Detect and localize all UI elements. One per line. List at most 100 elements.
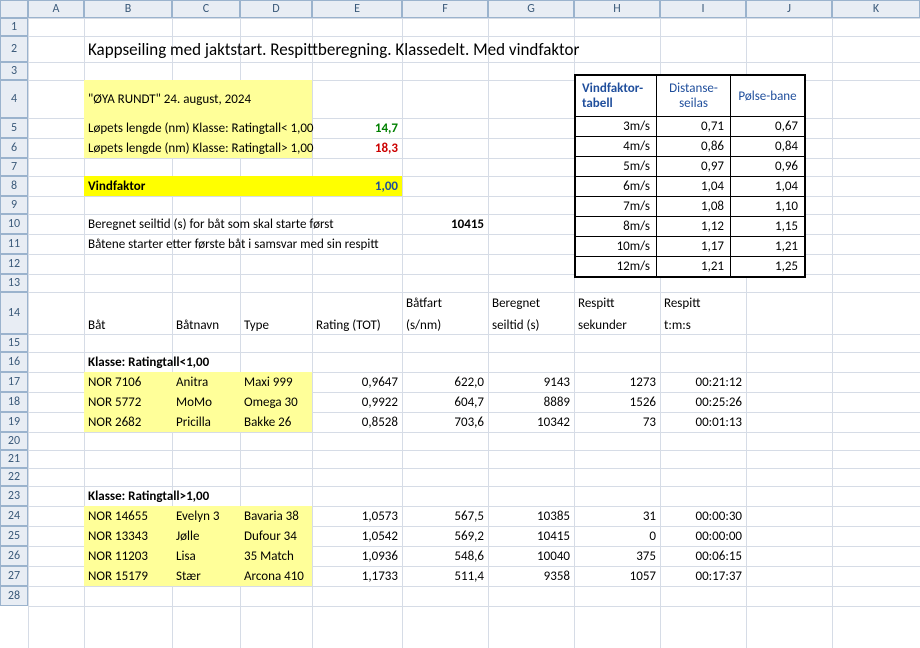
row-header[interactable]: 22 [0, 468, 28, 486]
row-header[interactable]: 12 [0, 254, 28, 274]
row-header[interactable]: 26 [0, 546, 28, 566]
wind-value[interactable]: 1,00 [312, 176, 402, 196]
table-cell[interactable]: 00:00:30 [660, 506, 746, 526]
row-header[interactable]: 15 [0, 334, 28, 352]
table-cell[interactable]: 1,0936 [312, 546, 402, 566]
table-cell[interactable]: 00:00:00 [660, 526, 746, 546]
row-header[interactable]: 11 [0, 234, 28, 254]
table-cell[interactable]: Anitra [172, 372, 240, 392]
table-cell[interactable]: 00:25:26 [660, 392, 746, 412]
table-cell[interactable]: 9143 [488, 372, 574, 392]
table-cell[interactable]: 375 [574, 546, 660, 566]
table-cell[interactable]: 10385 [488, 506, 574, 526]
row-header[interactable]: 18 [0, 392, 28, 412]
table-cell[interactable]: 703,6 [402, 412, 488, 432]
table-cell[interactable]: Stær [172, 566, 240, 586]
table-cell[interactable]: 1,1733 [312, 566, 402, 586]
table-cell[interactable]: 00:06:15 [660, 546, 746, 566]
table-cell[interactable]: 604,7 [402, 392, 488, 412]
corner-cell[interactable] [0, 0, 28, 18]
table-cell[interactable]: NOR 13343 [84, 526, 172, 546]
row-header[interactable]: 3 [0, 62, 28, 80]
table-cell[interactable]: Omega 30 [240, 392, 312, 412]
row-header[interactable]: 14 [0, 292, 28, 334]
table-cell[interactable]: 548,6 [402, 546, 488, 566]
row-header[interactable]: 6 [0, 138, 28, 158]
table-cell[interactable]: Bakke 26 [240, 412, 312, 432]
table-cell[interactable]: 73 [574, 412, 660, 432]
table-cell[interactable]: 10415 [488, 526, 574, 546]
row-header[interactable]: 28 [0, 586, 28, 606]
table-cell[interactable]: NOR 2682 [84, 412, 172, 432]
row-header[interactable]: 19 [0, 412, 28, 432]
col-header[interactable]: E [312, 0, 402, 18]
row-header[interactable]: 8 [0, 176, 28, 196]
table-cell[interactable]: 622,0 [402, 372, 488, 392]
table-cell[interactable]: Arcona 410 [240, 566, 312, 586]
table-cell[interactable]: 1273 [574, 372, 660, 392]
row-header[interactable]: 7 [0, 158, 28, 176]
table-cell[interactable]: 35 Match [240, 546, 312, 566]
table-cell[interactable]: Maxi 999 [240, 372, 312, 392]
table-cell[interactable]: 0,9647 [312, 372, 402, 392]
table-cell[interactable]: 8889 [488, 392, 574, 412]
table-cell[interactable]: 1526 [574, 392, 660, 412]
table-cell[interactable]: 567,5 [402, 506, 488, 526]
col-header[interactable]: D [240, 0, 312, 18]
table-cell[interactable]: Bavaria 38 [240, 506, 312, 526]
table-cell[interactable]: Jølle [172, 526, 240, 546]
table-cell[interactable]: 1,0573 [312, 506, 402, 526]
row-header[interactable]: 4 [0, 80, 28, 118]
row-header[interactable]: 20 [0, 432, 28, 450]
col-header[interactable]: J [746, 0, 832, 18]
table-cell[interactable]: NOR 11203 [84, 546, 172, 566]
table-cell[interactable]: 0,8528 [312, 412, 402, 432]
table-cell[interactable]: 1057 [574, 566, 660, 586]
table-cell[interactable]: NOR 14655 [84, 506, 172, 526]
row-header[interactable]: 25 [0, 526, 28, 546]
cell-area[interactable]: Kappseiling med jaktstart. Respittberegn… [28, 18, 920, 648]
col-header[interactable]: I [660, 0, 746, 18]
col-header[interactable]: B [84, 0, 172, 18]
table-cell[interactable]: 10040 [488, 546, 574, 566]
row-header[interactable]: 9 [0, 196, 28, 214]
row-header[interactable]: 23 [0, 486, 28, 506]
table-cell[interactable]: Dufour 34 [240, 526, 312, 546]
table-cell[interactable]: 00:01:13 [660, 412, 746, 432]
col-header[interactable]: G [488, 0, 574, 18]
table-cell[interactable]: NOR 15179 [84, 566, 172, 586]
table-cell[interactable]: NOR 5772 [84, 392, 172, 412]
table-cell[interactable]: 10342 [488, 412, 574, 432]
row-header[interactable]: 10 [0, 214, 28, 234]
table-cell[interactable]: 569,2 [402, 526, 488, 546]
col-header[interactable]: F [402, 0, 488, 18]
table-cell[interactable]: 0,9922 [312, 392, 402, 412]
table-cell[interactable]: 0 [574, 526, 660, 546]
row-header[interactable]: 27 [0, 566, 28, 586]
table-cell[interactable]: 00:21:12 [660, 372, 746, 392]
table-cell[interactable]: Pricilla [172, 412, 240, 432]
table-cell[interactable]: 1,0542 [312, 526, 402, 546]
row-header[interactable]: 13 [0, 274, 28, 292]
table-cell[interactable]: NOR 7106 [84, 372, 172, 392]
len2-value[interactable]: 18,3 [312, 138, 402, 158]
row-header[interactable]: 5 [0, 118, 28, 138]
row-header[interactable]: 16 [0, 352, 28, 372]
col-header[interactable]: A [28, 0, 84, 18]
len1-value[interactable]: 14,7 [312, 118, 402, 138]
table-cell[interactable]: 31 [574, 506, 660, 526]
row-header[interactable]: 17 [0, 372, 28, 392]
row-header[interactable]: 24 [0, 506, 28, 526]
table-cell[interactable]: 00:17:37 [660, 566, 746, 586]
table-cell[interactable]: 511,4 [402, 566, 488, 586]
col-header[interactable]: C [172, 0, 240, 18]
table-cell[interactable]: Evelyn 3 [172, 506, 240, 526]
row-header[interactable]: 1 [0, 18, 28, 36]
row-header[interactable]: 21 [0, 450, 28, 468]
table-cell[interactable]: MoMo [172, 392, 240, 412]
row-header[interactable]: 2 [0, 36, 28, 62]
col-header[interactable]: H [574, 0, 660, 18]
table-cell[interactable]: Lisa [172, 546, 240, 566]
table-cell[interactable]: 9358 [488, 566, 574, 586]
col-header[interactable]: K [832, 0, 920, 18]
